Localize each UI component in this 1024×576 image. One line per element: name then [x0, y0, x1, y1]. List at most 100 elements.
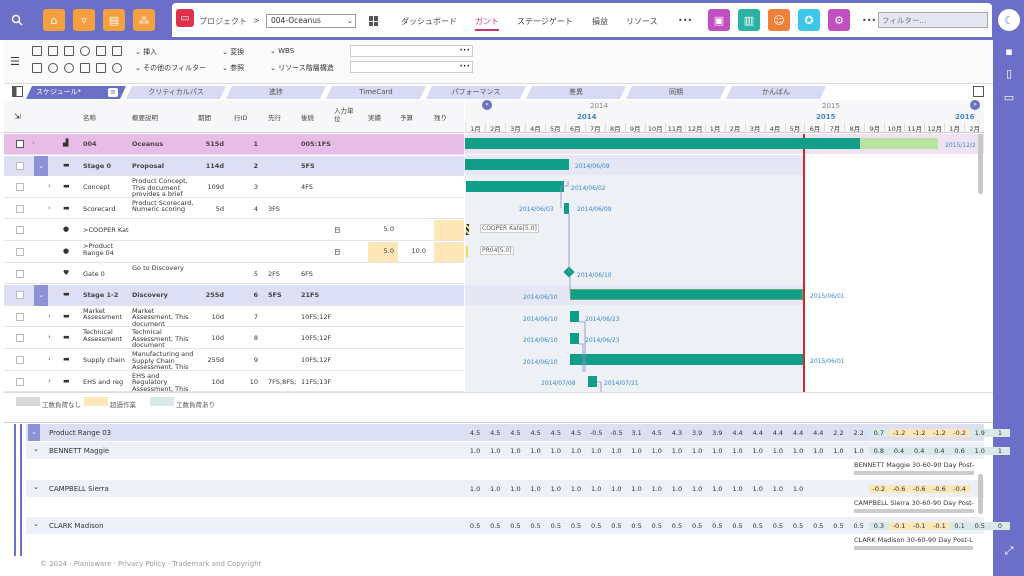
- expand-chevron-icon[interactable]: ›: [48, 377, 51, 385]
- row-checkbox[interactable]: [16, 334, 24, 343]
- paste-icon[interactable]: [48, 46, 58, 56]
- row-checkbox[interactable]: [16, 226, 24, 235]
- tab-performance[interactable]: パフォーマンス: [426, 86, 526, 99]
- panel-toggle-icon[interactable]: [12, 86, 23, 97]
- target-icon[interactable]: [112, 63, 122, 73]
- row-checkbox[interactable]: [16, 248, 24, 256]
- collapse-chevron-icon[interactable]: ⌄: [34, 155, 48, 177]
- link-icon[interactable]: [48, 63, 58, 73]
- sliders-icon[interactable]: ☰: [10, 55, 20, 68]
- expand-panel-icon[interactable]: [973, 86, 984, 97]
- comment-icon[interactable]: ▭: [998, 86, 1020, 108]
- resource-structure-dropdown[interactable]: ⌄ リソース階層構造: [270, 63, 334, 73]
- fullscreen-icon[interactable]: ⤢: [998, 540, 1020, 562]
- tab-progress[interactable]: 進捗: [226, 86, 326, 99]
- cell-name[interactable]: >Product Range 04: [83, 243, 129, 263]
- collapse-chevron-icon[interactable]: ⌄: [33, 445, 39, 453]
- col-budget[interactable]: 予算: [400, 112, 413, 122]
- settings-gear-icon[interactable]: ⚙: [828, 9, 850, 31]
- menu-stagegate[interactable]: ステージゲート: [517, 16, 573, 27]
- cell-budget[interactable]: 10.0: [400, 242, 430, 262]
- team-icon[interactable]: ☺: [768, 9, 790, 31]
- map-icon[interactable]: ▥: [738, 9, 760, 31]
- expand-chevron-icon[interactable]: ›: [48, 204, 51, 212]
- cell-budget[interactable]: [400, 220, 430, 240]
- book-icon[interactable]: ▯: [998, 62, 1020, 84]
- menu-dashboard[interactable]: ダッシュボード: [401, 16, 457, 27]
- cancel-circle-icon[interactable]: [80, 46, 90, 56]
- cell-remain[interactable]: [434, 220, 464, 240]
- cell-desc[interactable]: Manufacturing and Supply Chain Assessmen…: [132, 351, 194, 371]
- menu-profit-loss[interactable]: 損益: [592, 16, 608, 27]
- reference-dropdown[interactable]: ⌄ 参照: [222, 63, 244, 73]
- collapse-chevron-icon[interactable]: ⌄: [34, 285, 48, 306]
- tab-critical-path[interactable]: クリティカルパス: [126, 86, 226, 99]
- col-successor[interactable]: 後続: [301, 112, 314, 122]
- expand-chevron-icon[interactable]: ›: [48, 333, 51, 341]
- sort-icon[interactable]: ⇲: [14, 112, 21, 121]
- cube-icon[interactable]: ▣: [708, 9, 730, 31]
- row-checkbox[interactable]: [16, 183, 24, 192]
- outdent-icon[interactable]: [96, 63, 106, 73]
- row-checkbox[interactable]: [16, 204, 24, 213]
- expand-chevron-icon[interactable]: ›: [32, 139, 35, 147]
- cell-desc[interactable]: Product Concept, This document provides …: [132, 178, 194, 198]
- inbox-icon[interactable]: ▿: [73, 9, 95, 31]
- network-icon[interactable]: ⁂: [133, 9, 155, 31]
- col-row-id[interactable]: 行ID: [234, 112, 247, 122]
- collapse-chevron-icon[interactable]: ⌄: [33, 483, 39, 491]
- row-checkbox[interactable]: [16, 356, 24, 364]
- more-menu-icon[interactable]: •••: [678, 16, 692, 25]
- cell-desc[interactable]: Technical Assessment, This document: [132, 329, 194, 349]
- unlink-icon[interactable]: [64, 63, 74, 73]
- row-checkbox[interactable]: [16, 140, 24, 148]
- tab-menu-icon[interactable]: ≡: [108, 88, 118, 97]
- expand-chevron-icon[interactable]: ›: [48, 312, 51, 320]
- gantt-scrollbar[interactable]: [978, 134, 983, 194]
- col-input-unit[interactable]: 入力単位: [334, 107, 358, 123]
- resource-scrollbar[interactable]: [978, 474, 983, 514]
- footer-text[interactable]: © 2024 · Planisware · Privacy Policy · T…: [40, 560, 261, 568]
- timeline-next-icon[interactable]: »: [970, 100, 980, 110]
- tab-kanban[interactable]: かんばん: [726, 86, 826, 99]
- home-icon[interactable]: ⌂: [43, 9, 65, 31]
- expand-chevron-icon[interactable]: ›: [48, 355, 51, 363]
- project-select[interactable]: 004-Oceanus ⌄: [266, 14, 356, 28]
- edit-icon[interactable]: [64, 46, 74, 56]
- idea-icon[interactable]: ✪: [798, 9, 820, 31]
- save-icon[interactable]: ▪: [998, 40, 1020, 62]
- col-remaining[interactable]: 残り: [434, 112, 447, 122]
- cell-remain[interactable]: [434, 242, 464, 262]
- cell-desc[interactable]: Go to Discovery: [132, 265, 194, 285]
- row-checkbox[interactable]: [16, 269, 24, 278]
- col-name[interactable]: 名称: [83, 112, 96, 122]
- col-description[interactable]: 概要説明: [132, 112, 158, 122]
- transform-dropdown[interactable]: ⌄ 変換: [222, 47, 244, 57]
- gantt-bar-project-remaining[interactable]: [860, 138, 938, 149]
- row-checkbox[interactable]: [16, 291, 24, 300]
- cell-desc[interactable]: Product Scorecard, Numeric scoring: [132, 200, 194, 220]
- col-predecessor[interactable]: 先行: [268, 112, 281, 122]
- wbs-dropdown[interactable]: ⌄ WBS: [270, 47, 294, 55]
- col-duration[interactable]: 期間: [198, 112, 211, 122]
- row-checkbox[interactable]: [16, 312, 24, 321]
- expand-chevron-icon[interactable]: ›: [48, 182, 51, 190]
- menu-resources[interactable]: リソース: [626, 16, 658, 27]
- cell-desc[interactable]: EHS and Regulatory Assessment, This: [132, 373, 194, 393]
- tab-sync[interactable]: 同期: [626, 86, 726, 99]
- search-icon[interactable]: [6, 9, 28, 31]
- row-checkbox[interactable]: [16, 377, 24, 386]
- tab-variance[interactable]: 差異: [526, 86, 626, 99]
- wbs-field[interactable]: •••: [350, 45, 473, 57]
- cell-actual[interactable]: 5.0: [368, 242, 398, 262]
- list-icon[interactable]: [96, 46, 106, 56]
- comment-box-icon[interactable]: [112, 46, 122, 56]
- briefcase-icon[interactable]: ▤: [103, 9, 125, 31]
- resource-structure-field[interactable]: •••: [350, 61, 473, 73]
- indent-icon[interactable]: [80, 63, 90, 73]
- menu-gantt[interactable]: ガント: [475, 16, 499, 31]
- row-checkbox[interactable]: [16, 161, 24, 170]
- tab-timecard[interactable]: TimeCard: [326, 86, 426, 99]
- insert-dropdown[interactable]: ⌄ 挿入: [135, 47, 157, 57]
- col-actual[interactable]: 実績: [368, 112, 381, 122]
